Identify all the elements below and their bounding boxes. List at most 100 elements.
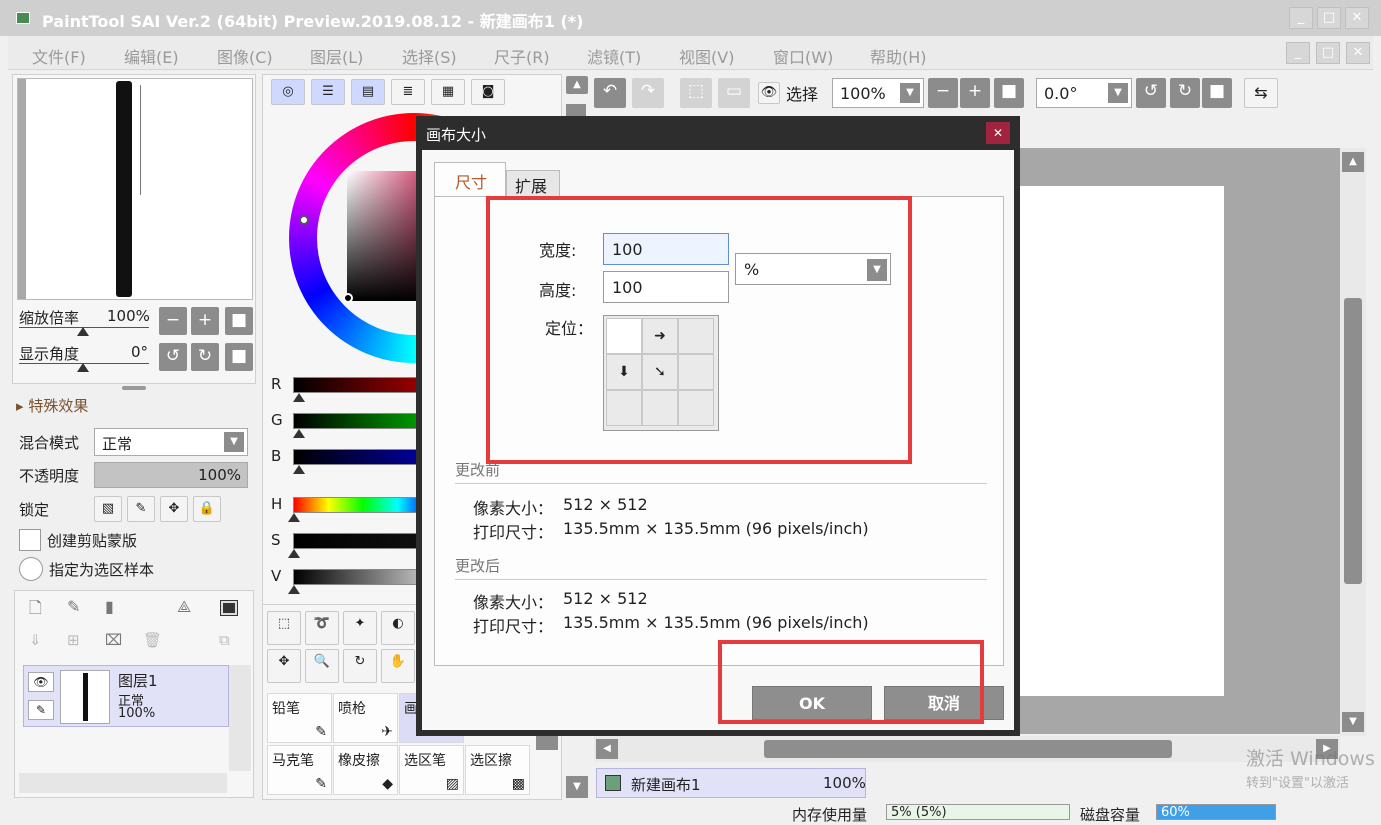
lock-paint-icon[interactable]: ✎ [127,496,155,522]
slider-g[interactable] [293,413,433,429]
rotate-ccw-button[interactable]: ↺ [1136,78,1166,108]
invert-select-button[interactable]: ▭ [718,78,750,108]
eye-icon[interactable]: 👁 [28,672,54,692]
layer-effect-icon[interactable]: ⟁ [177,597,191,617]
rgb-slider-tab-icon[interactable]: ☰ [311,79,345,105]
scroll-up-icon[interactable]: ▲ [1342,152,1364,172]
hscroll-thumb[interactable] [764,740,1172,758]
menu-view[interactable]: 视图(V) [679,44,734,68]
magic-wand-icon[interactable]: ✦ [343,611,377,645]
dialog-close-button[interactable]: ✕ [986,122,1010,144]
effects-toggle[interactable]: ▸ 特殊效果 [16,395,88,416]
clip-checkbox[interactable] [19,529,41,551]
zoom-minus-button[interactable]: − [928,78,958,108]
slider-b-thumb[interactable] [293,465,305,474]
zoom-in-button[interactable]: + [191,307,219,335]
scroll-down-icon[interactable]: ▼ [1342,712,1364,732]
tool-select-eraser[interactable]: 选区擦 ▩ [465,745,530,795]
undo-button[interactable]: ↶ [594,78,626,108]
opacity-slider[interactable]: 100% [94,462,248,488]
new-layer-icon[interactable]: 🗋 [29,597,42,624]
tab-expand[interactable]: 扩展 [506,170,560,196]
menu-window[interactable]: 窗口(W) [773,44,833,68]
zoom-out-button[interactable]: − [159,307,187,335]
canvas-vscrollbar[interactable]: ▲ ▼ [1340,148,1366,736]
menu-edit[interactable]: 编辑(E) [124,44,179,68]
menu-help[interactable]: 帮助(H) [870,44,927,68]
zoom-fit-button[interactable]: ■ [994,78,1024,108]
slider-r[interactable] [293,377,433,393]
zoom-icon[interactable]: 🔍 [305,649,339,683]
tab-size[interactable]: 尺寸 [434,162,506,196]
panel-splitter[interactable] [122,386,146,390]
slider-g-thumb[interactable] [293,429,305,438]
rotate-left-button[interactable]: ↺ [159,343,187,371]
tool-pencil[interactable]: 铅笔 ✎ [267,693,332,743]
doc-close-button[interactable]: ✕ [1346,42,1370,64]
menu-image[interactable]: 图像(C) [217,44,273,68]
zoom-slider-thumb[interactable] [77,327,89,336]
layer-hscrollbar[interactable] [19,773,227,793]
menu-ruler[interactable]: 尺子(R) [494,44,550,68]
swatch-tab-icon[interactable]: ≣ [391,79,425,105]
slider-h-thumb[interactable] [288,513,300,522]
flip-horizontal-icon[interactable]: ⇆ [1244,78,1278,108]
tool-select-pen[interactable]: 选区笔 ▨ [399,745,464,795]
lock-move-icon[interactable]: ✥ [160,496,188,522]
slider-s[interactable] [293,533,433,549]
rotate-icon[interactable]: ↻ [343,649,377,683]
layer-scrollbar[interactable] [229,665,251,771]
slider-v-thumb[interactable] [288,585,300,594]
color-wheel-tab-icon[interactable]: ◎ [271,79,305,105]
merge-down-icon[interactable]: ⇓ [29,631,42,649]
menu-file[interactable]: 文件(F) [32,44,86,68]
toolbar-up-icon[interactable]: ▲ [566,76,588,94]
minimize-button[interactable]: _ [1289,7,1313,29]
angle-slider-thumb[interactable] [77,363,89,372]
blend-select[interactable]: 正常 ▼ [94,428,248,456]
zoom-combo[interactable]: 100% ▼ [832,78,924,108]
zoom-plus-button[interactable]: + [960,78,990,108]
sv-marker[interactable] [343,293,353,303]
clear-layer-icon[interactable]: ⌧ [105,631,122,649]
menu-layer[interactable]: 图层(L) [310,44,363,68]
lasso-icon[interactable]: ➰ [305,611,339,645]
color-picker-icon[interactable]: ◐ [381,611,415,645]
hue-marker[interactable] [299,215,309,225]
slider-r-thumb[interactable] [293,393,305,402]
rect-select-icon[interactable]: ⬚ [267,611,301,645]
layer-row[interactable]: 👁 ✎ 图层1 正常 100% [23,665,229,727]
rotate-cw-button[interactable]: ↻ [1170,78,1200,108]
tool-eraser[interactable]: 橡皮擦 ◆ [333,745,398,795]
rotate-reset-button[interactable]: ■ [225,343,253,371]
layer-settings-icon[interactable]: ⧉ [219,631,230,649]
redo-button[interactable]: ↷ [632,78,664,108]
show-selection-icon[interactable]: 👁 [758,82,780,104]
rotate-reset-toolbar-button[interactable]: ■ [1202,78,1232,108]
slider-v[interactable] [293,569,433,585]
hsv-slider-tab-icon[interactable]: ▤ [351,79,385,105]
canvas-hscrollbar[interactable]: ◀ ▶ [594,736,1340,762]
canvas-page[interactable] [1018,186,1224,696]
new-pen-layer-icon[interactable]: ✎ [67,597,80,616]
close-button[interactable]: ✕ [1345,7,1369,29]
doc-minimize-button[interactable]: _ [1286,42,1310,64]
angle-combo[interactable]: 0.0° ▼ [1036,78,1132,108]
palette-tab-icon[interactable]: ▦ [431,79,465,105]
menu-select[interactable]: 选择(S) [402,44,457,68]
mask-icon[interactable] [220,600,238,616]
zoom-reset-button[interactable]: ■ [225,307,253,335]
scratchpad-tab-icon[interactable]: ◙ [471,79,505,105]
tabs-down-icon[interactable]: ▼ [566,776,588,798]
navigator-preview[interactable] [17,78,253,300]
slider-b[interactable] [293,449,433,465]
menu-filter[interactable]: 滤镜(T) [587,44,641,68]
new-folder-icon[interactable]: ▮ [105,597,114,616]
vscroll-thumb[interactable] [1344,298,1362,584]
scroll-left-icon[interactable]: ◀ [596,739,618,759]
copy-layer-icon[interactable]: ⊞ [67,631,80,649]
maximize-button[interactable]: □ [1317,7,1341,29]
rotate-right-button[interactable]: ↻ [191,343,219,371]
lock-transparency-icon[interactable]: ▧ [94,496,122,522]
delete-layer-icon[interactable]: 🗑 [143,631,162,649]
